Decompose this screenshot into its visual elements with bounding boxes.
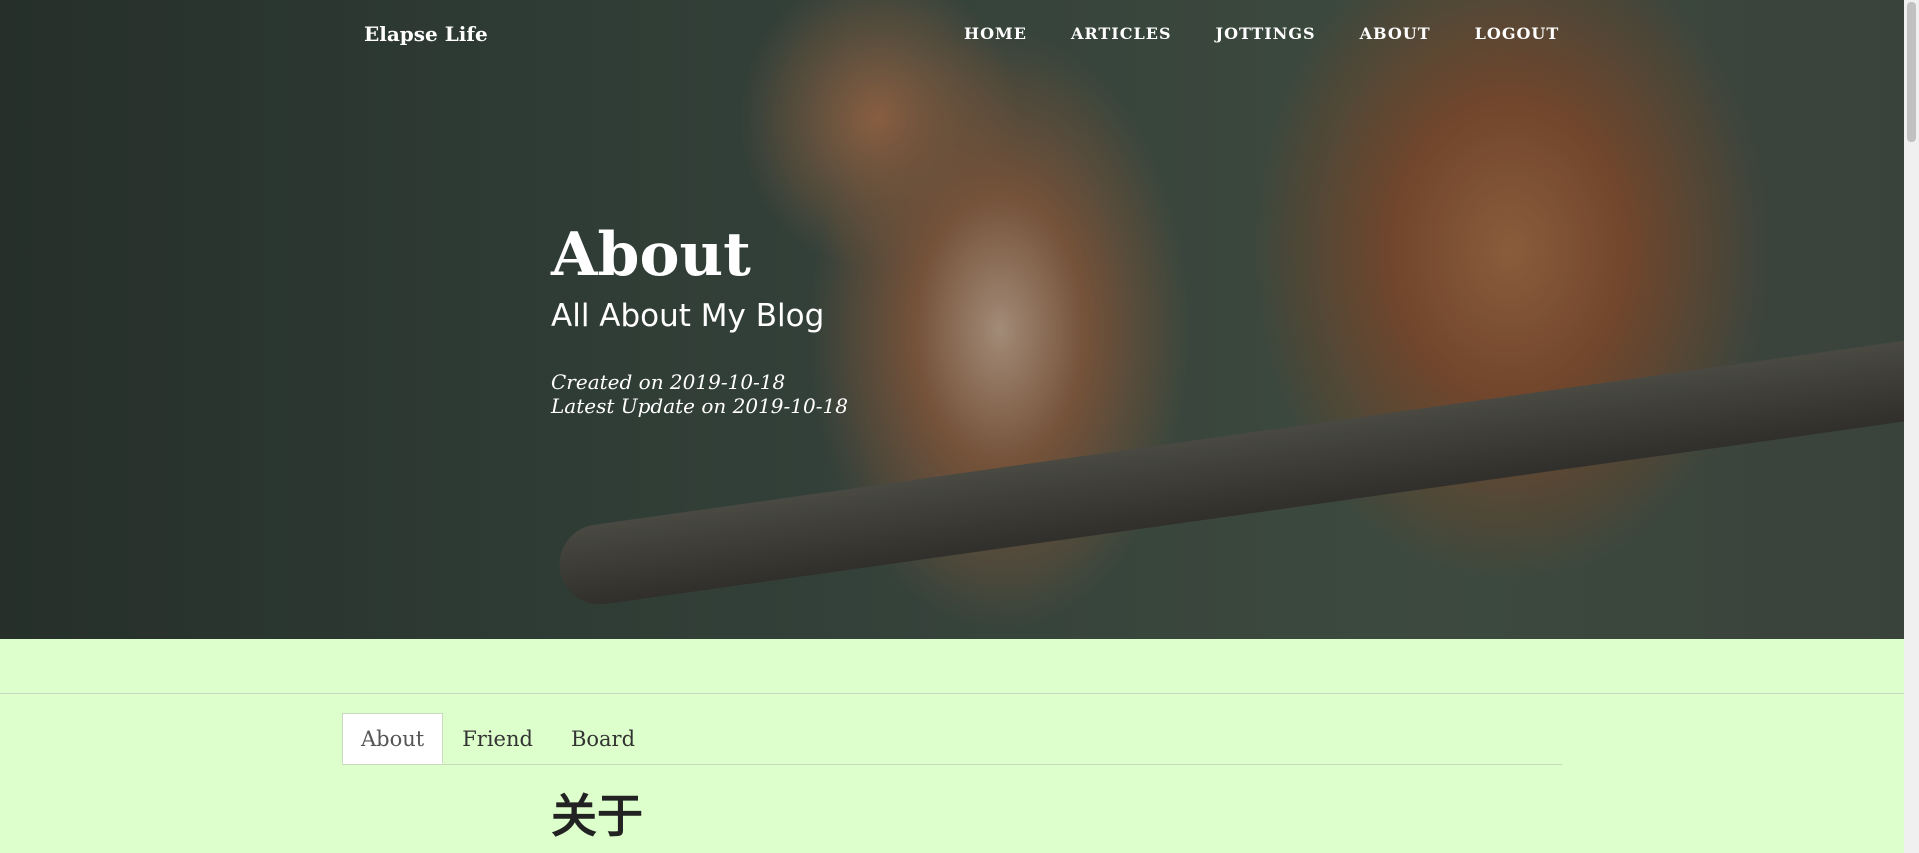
tab-friend[interactable]: Friend — [443, 713, 552, 764]
nav-about[interactable]: ABOUT — [1360, 24, 1431, 43]
site-brand-link[interactable]: Elapse Life — [364, 22, 488, 46]
updated-date: Latest Update on 2019-10-18 — [551, 394, 848, 418]
content-heading: 关于 — [551, 789, 643, 843]
scrollbar-thumb[interactable] — [1907, 2, 1916, 142]
page-scrollbar[interactable] — [1904, 0, 1919, 853]
post-meta: Created on 2019-10-18 Latest Update on 2… — [551, 370, 848, 418]
nav-home[interactable]: HOME — [964, 24, 1027, 43]
page-title: About — [551, 220, 751, 290]
hero-banner: Elapse Life HOME ARTICLES JOTTINGS ABOUT… — [0, 0, 1904, 639]
page-subtitle: All About My Blog — [551, 298, 825, 334]
nav-logout[interactable]: LOGOUT — [1475, 24, 1560, 43]
tab-board[interactable]: Board — [552, 713, 654, 764]
tab-about[interactable]: About — [342, 713, 444, 764]
nav-jottings[interactable]: JOTTINGS — [1216, 24, 1316, 43]
created-date: Created on 2019-10-18 — [551, 370, 786, 394]
section-divider — [0, 693, 1904, 694]
main-nav: HOME ARTICLES JOTTINGS ABOUT LOGOUT — [964, 24, 1559, 43]
nav-articles[interactable]: ARTICLES — [1071, 24, 1172, 43]
content-tabs: About Friend Board — [342, 713, 1562, 765]
